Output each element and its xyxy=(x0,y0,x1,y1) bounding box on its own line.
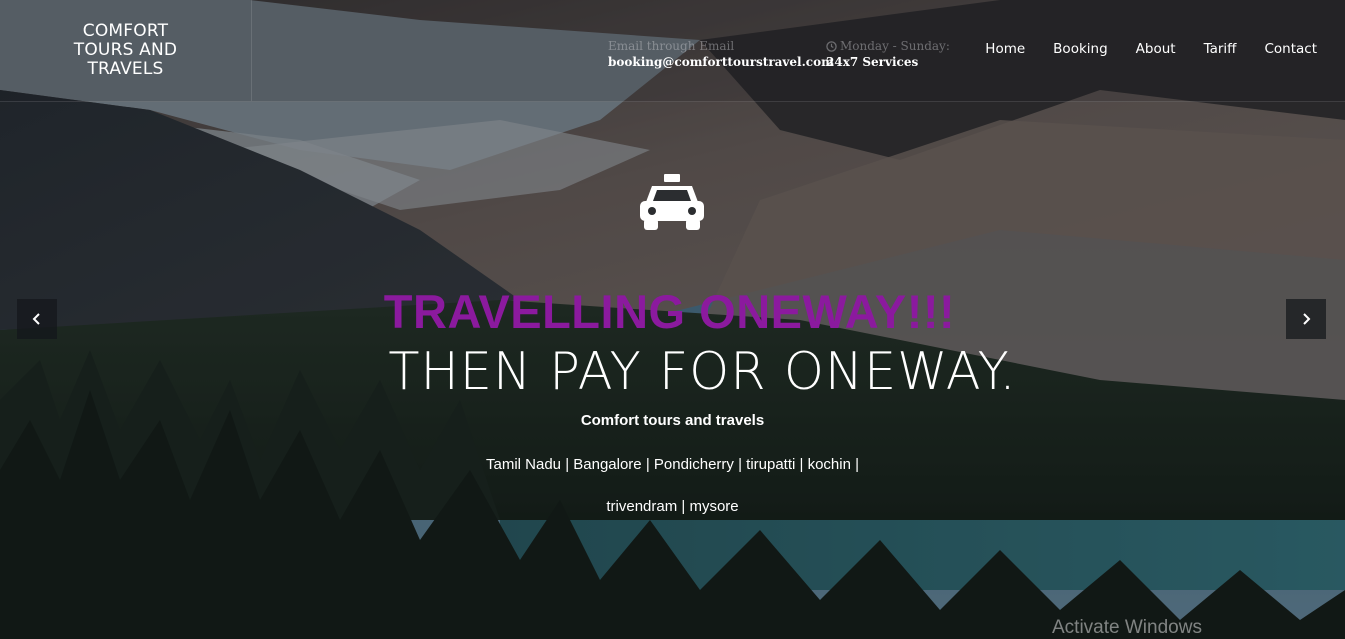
nav-home[interactable]: Home xyxy=(985,40,1025,58)
site-logo[interactable]: COMFORT TOURS AND TRAVELS xyxy=(0,0,252,101)
hero-headline: TRAVELLING ONEWAY!!! xyxy=(383,285,956,338)
main-nav: Home Booking About Tariff Contact xyxy=(985,40,1317,58)
hero-subheadline: THEN PAY FOR ONEWAY. xyxy=(388,342,1017,402)
email-value[interactable]: booking@comforttourstravel.com xyxy=(608,54,834,70)
taxi-icon xyxy=(640,174,704,230)
hours-value: 24x7 Services xyxy=(826,55,919,69)
hours-label-row: Monday - Sunday: xyxy=(826,38,950,54)
slider-prev-button[interactable] xyxy=(17,299,57,339)
email-label: Email through Email xyxy=(608,39,735,53)
hours-label: Monday - Sunday: xyxy=(840,39,950,53)
contact-email: Email through Email booking@comforttours… xyxy=(608,38,834,70)
nav-contact[interactable]: Contact xyxy=(1264,40,1317,58)
activate-windows-watermark: Activate Windows xyxy=(1052,617,1202,638)
nav-tariff[interactable]: Tariff xyxy=(1204,40,1237,58)
clock-icon xyxy=(826,40,837,52)
cities-line-1: Tamil Nadu | Bangalore | Pondicherry | t… xyxy=(486,456,859,473)
slider-next-button[interactable] xyxy=(1286,299,1326,339)
contact-hours: Monday - Sunday: 24x7 Services xyxy=(826,38,950,70)
chevron-right-icon xyxy=(1303,313,1311,325)
logo-text: COMFORT TOURS AND TRAVELS xyxy=(73,21,178,79)
site-header: COMFORT TOURS AND TRAVELS Email through … xyxy=(0,0,1345,102)
hero-slider: COMFORT TOURS AND TRAVELS Email through … xyxy=(0,0,1345,639)
nav-booking[interactable]: Booking xyxy=(1053,40,1107,58)
nav-about[interactable]: About xyxy=(1136,40,1176,58)
hero-brand: Comfort tours and travels xyxy=(580,412,765,429)
chevron-left-icon xyxy=(32,313,40,325)
cities-line-2: trivendram | mysore xyxy=(606,498,739,515)
